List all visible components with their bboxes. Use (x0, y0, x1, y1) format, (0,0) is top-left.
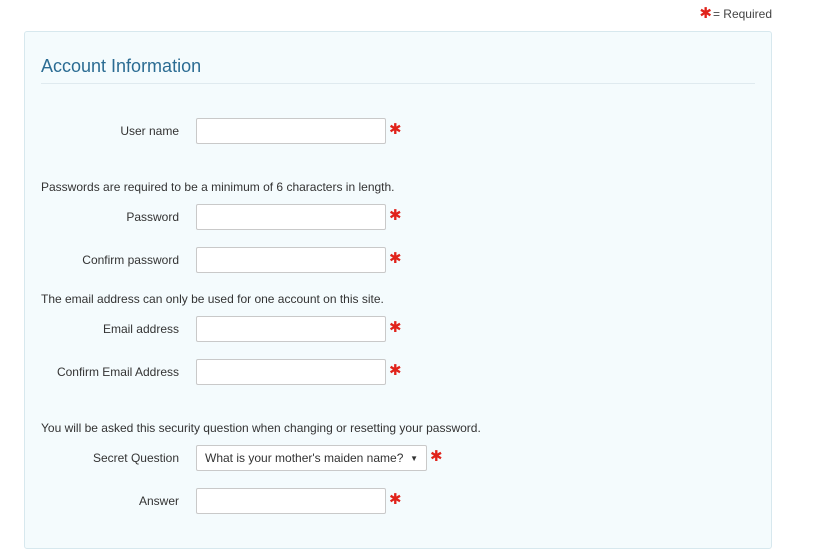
password-note: Passwords are required to be a minimum o… (41, 180, 395, 194)
email-row: Email address ✱ (25, 316, 773, 342)
required-legend: ✱ = Required (699, 6, 772, 21)
required-asterisk-icon: ✱ (430, 448, 443, 465)
required-asterisk-icon: ✱ (389, 207, 402, 224)
confirm-email-input[interactable] (196, 359, 386, 385)
required-asterisk-icon: ✱ (389, 121, 402, 138)
username-input[interactable] (196, 118, 386, 144)
confirm-password-label: Confirm password (82, 253, 179, 267)
required-asterisk-icon: ✱ (389, 491, 402, 508)
required-asterisk-icon: ✱ (389, 319, 402, 336)
secret-question-row: Secret Question What is your mother's ma… (25, 445, 773, 471)
confirm-email-row: Confirm Email Address ✱ (25, 359, 773, 385)
confirm-password-input[interactable] (196, 247, 386, 273)
answer-label: Answer (138, 494, 179, 508)
required-asterisk-icon: ✱ (699, 5, 712, 22)
answer-row: Answer ✱ (25, 488, 773, 514)
password-label: Password (126, 210, 179, 224)
required-legend-text: = Required (712, 6, 772, 21)
required-asterisk-icon: ✱ (389, 362, 402, 379)
secret-question-select[interactable]: What is your mother's maiden name? ▼ (196, 445, 427, 471)
email-input[interactable] (196, 316, 386, 342)
security-question-note: You will be asked this security question… (41, 421, 481, 435)
confirm-email-label: Confirm Email Address (56, 365, 179, 379)
panel-title: Account Information (41, 56, 202, 76)
required-asterisk-icon: ✱ (389, 250, 402, 267)
username-label: User name (120, 124, 179, 138)
confirm-password-row: Confirm password ✱ (25, 247, 773, 273)
answer-input[interactable] (196, 488, 386, 514)
secret-question-label: Secret Question (92, 451, 179, 465)
caret-down-icon: ▼ (410, 453, 418, 463)
password-row: Password ✱ (25, 204, 773, 230)
account-information-panel: Account Information User name ✱ Password… (24, 31, 772, 549)
username-row: User name ✱ (25, 118, 773, 144)
password-input[interactable] (196, 204, 386, 230)
email-label: Email address (102, 322, 179, 336)
title-divider (41, 83, 755, 84)
secret-question-selected: What is your mother's maiden name? (205, 451, 404, 465)
email-note: The email address can only be used for o… (41, 292, 384, 306)
